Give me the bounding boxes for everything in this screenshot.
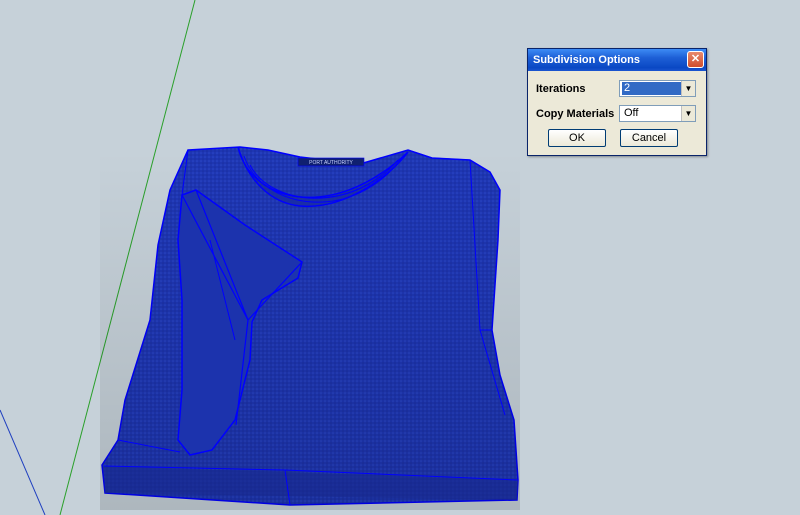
iterations-select[interactable]: 2 ▼ <box>619 80 696 97</box>
ok-button[interactable]: OK <box>548 129 606 147</box>
folded-tshirt-model[interactable]: PORT AUTHORITY <box>100 146 520 510</box>
dialog-title: Subdivision Options <box>533 54 640 66</box>
blue-axis-line <box>0 409 46 515</box>
dialog-titlebar[interactable]: Subdivision Options ✕ <box>528 49 706 71</box>
chevron-down-icon[interactable]: ▼ <box>681 81 695 96</box>
iterations-label: Iterations <box>536 83 586 95</box>
iterations-value: 2 <box>622 82 684 95</box>
cancel-button[interactable]: Cancel <box>620 129 678 147</box>
close-button[interactable]: ✕ <box>687 51 704 68</box>
chevron-down-icon[interactable]: ▼ <box>681 106 695 121</box>
copy-materials-label: Copy Materials <box>536 108 615 120</box>
copy-materials-select[interactable]: Off ▼ <box>619 105 696 122</box>
close-icon: ✕ <box>690 53 701 65</box>
copy-materials-value: Off <box>624 107 639 119</box>
subdivision-options-dialog[interactable]: Subdivision Options ✕ Iterations 2 ▼ Cop… <box>527 48 707 156</box>
sketchup-viewport[interactable]: PORT AUTHORITY Subdivision Options ✕ Ite… <box>0 0 800 515</box>
neck-tag-text: PORT AUTHORITY <box>309 160 353 166</box>
